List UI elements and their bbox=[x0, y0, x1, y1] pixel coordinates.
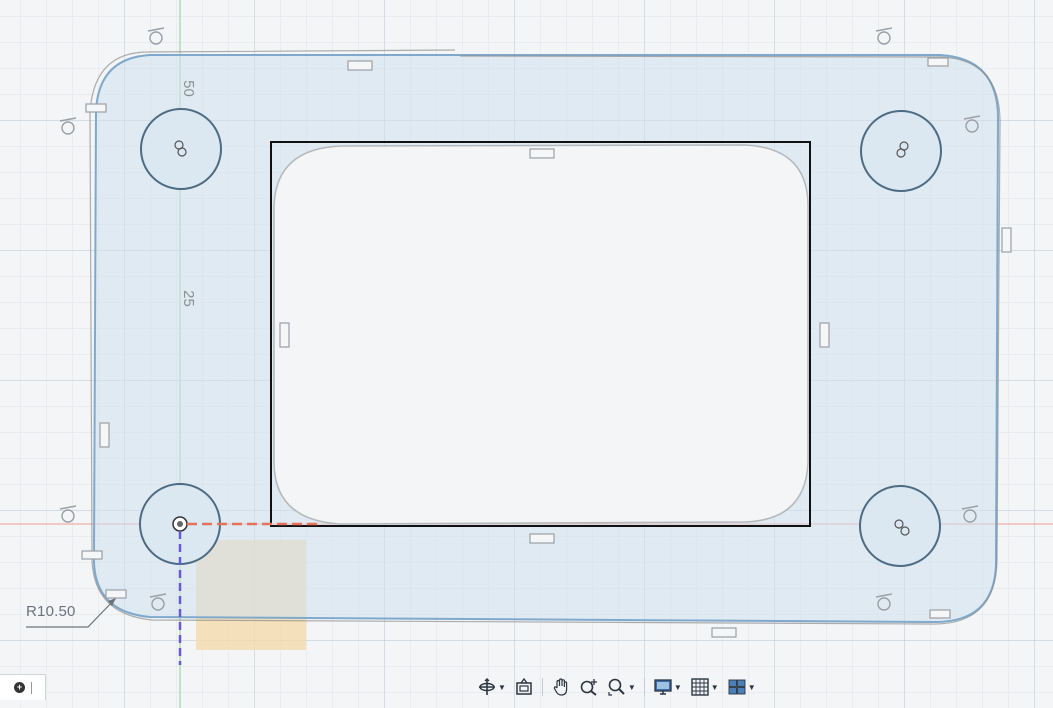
fit-button[interactable]: ▼ bbox=[604, 674, 639, 700]
grid-icon bbox=[691, 678, 709, 696]
display-icon bbox=[654, 679, 672, 695]
comments-panel-toggle[interactable] bbox=[0, 674, 46, 700]
panel-divider bbox=[31, 681, 32, 694]
look-at-button[interactable] bbox=[511, 674, 537, 700]
grid-settings-button[interactable]: ▼ bbox=[687, 674, 722, 700]
zoom-icon bbox=[580, 679, 597, 696]
navigation-toolbar: ▼ ▼ ▼ ▼ ▼ bbox=[474, 673, 759, 701]
chevron-down-icon: ▼ bbox=[627, 682, 636, 692]
hole-top-left[interactable] bbox=[140, 108, 222, 190]
add-comment-icon[interactable] bbox=[14, 682, 25, 693]
viewports-button[interactable]: ▼ bbox=[724, 674, 759, 700]
zoom-window-icon bbox=[608, 678, 625, 696]
chevron-down-icon: ▼ bbox=[747, 682, 756, 692]
sketch-geometry[interactable] bbox=[0, 0, 1053, 708]
viewports-icon bbox=[728, 679, 746, 695]
chevron-down-icon: ▼ bbox=[710, 682, 719, 692]
look-at-icon bbox=[516, 677, 532, 695]
pan-button[interactable] bbox=[548, 674, 574, 700]
chevron-down-icon: ▼ bbox=[673, 682, 682, 692]
chevron-down-icon: ▼ bbox=[498, 682, 506, 692]
zoom-button[interactable] bbox=[576, 674, 602, 700]
display-settings-button[interactable]: ▼ bbox=[650, 674, 685, 700]
dimension-50-label[interactable]: 50 bbox=[180, 80, 197, 97]
dimension-25-label[interactable]: 25 bbox=[180, 290, 197, 307]
hole-top-right[interactable] bbox=[860, 110, 942, 192]
radius-dimension-label[interactable]: R10.50 bbox=[26, 603, 76, 620]
inner-cutout-sketch bbox=[273, 144, 809, 525]
orbit-button[interactable]: ▼ bbox=[474, 674, 509, 700]
toolbar-separator bbox=[643, 678, 645, 696]
toolbar-separator bbox=[541, 678, 543, 696]
design-canvas[interactable]: 50 25 R10.50 bbox=[0, 0, 1053, 708]
orbit-icon bbox=[479, 678, 495, 695]
hand-icon bbox=[553, 678, 568, 696]
hole-bottom-right[interactable] bbox=[859, 485, 941, 567]
